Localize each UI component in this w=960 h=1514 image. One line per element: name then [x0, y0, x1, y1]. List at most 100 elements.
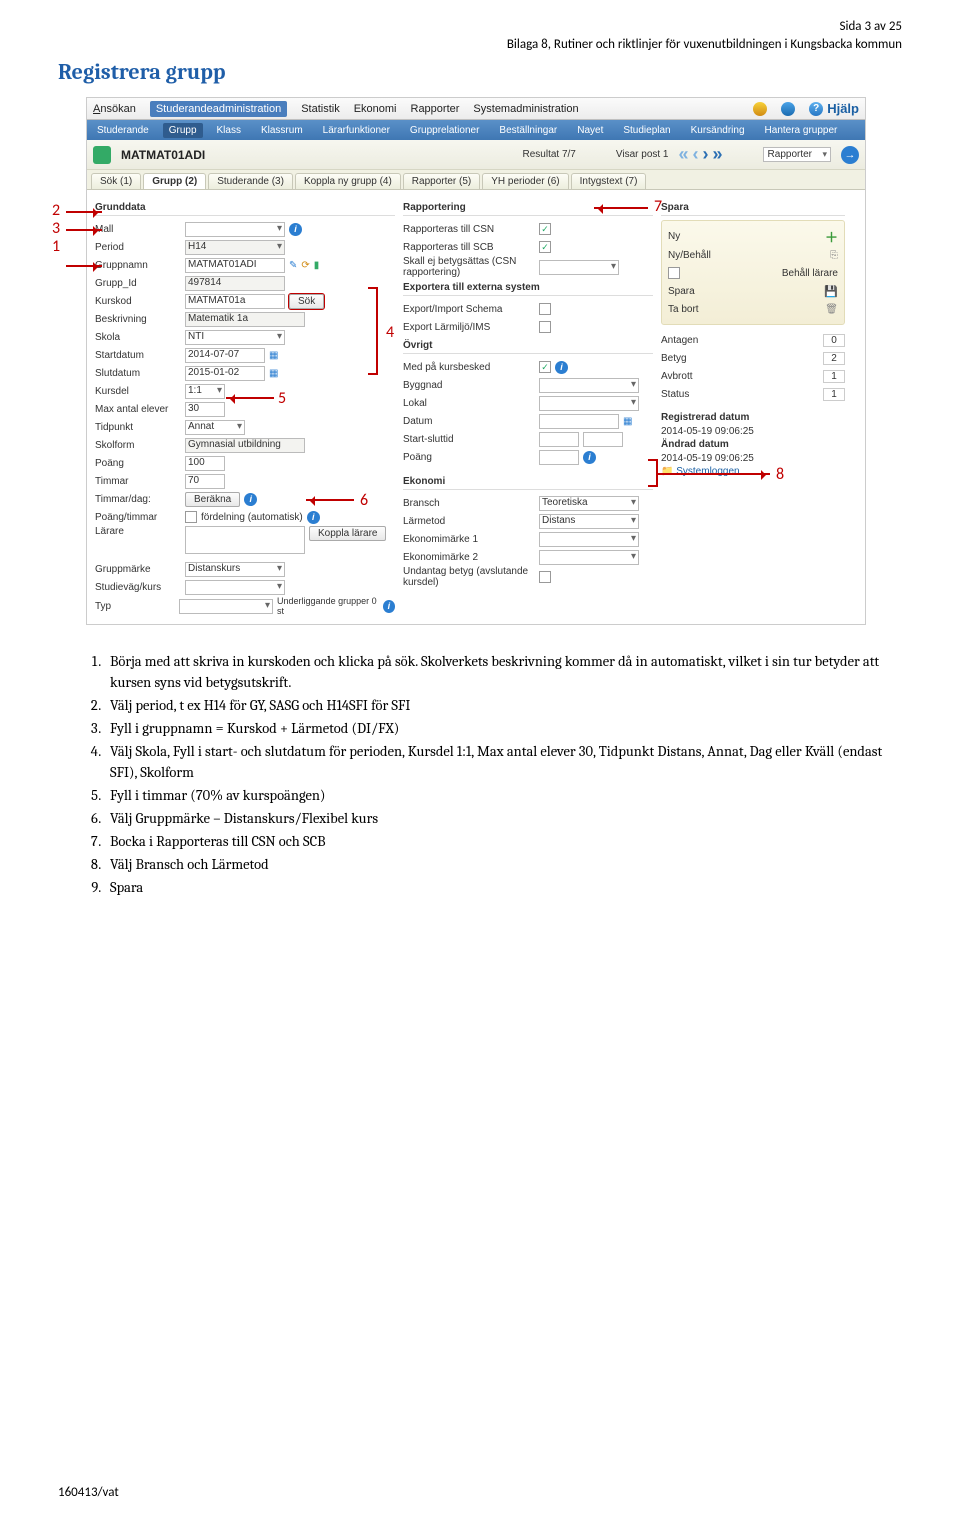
- plus-icon[interactable]: ＋: [825, 227, 838, 246]
- save-icon[interactable]: 💾: [824, 285, 838, 298]
- menu-statistik[interactable]: Statistik: [301, 103, 340, 115]
- exp-lm-check[interactable]: [539, 321, 551, 333]
- kursdel-select[interactable]: 1:1: [185, 384, 225, 399]
- studievag-select[interactable]: [185, 580, 285, 595]
- ekmark2-select[interactable]: [539, 550, 639, 565]
- next-icon[interactable]: ›: [703, 144, 709, 165]
- info-icon[interactable]: i: [583, 451, 596, 464]
- annot-8: 8: [776, 465, 784, 484]
- lbl-andr: Ändrad datum: [661, 439, 729, 450]
- timmar-input[interactable]: 70: [185, 474, 225, 489]
- subtab-studerande[interactable]: Studerande (3): [208, 173, 293, 189]
- icon-globe[interactable]: [781, 102, 795, 116]
- typ-select[interactable]: [179, 599, 273, 614]
- lbl-bransch: Bransch: [403, 498, 535, 509]
- starttid-input[interactable]: [539, 432, 579, 447]
- larare-input[interactable]: [185, 526, 305, 554]
- help-button[interactable]: ?Hjälp: [809, 101, 859, 116]
- calendar-icon[interactable]: ▦: [623, 416, 632, 427]
- info-icon[interactable]: i: [383, 600, 395, 613]
- gruppmarke-select[interactable]: Distanskurs: [185, 562, 285, 577]
- subtab-yh[interactable]: YH perioder (6): [482, 173, 568, 189]
- annot-7: 7: [654, 197, 662, 216]
- calendar-icon[interactable]: ▦: [269, 368, 278, 379]
- tidpunkt-select[interactable]: Annat: [185, 420, 245, 435]
- menu-studerandeadmin[interactable]: Studerandeadministration: [150, 101, 287, 117]
- datum-input[interactable]: [539, 414, 619, 429]
- scb-check[interactable]: ✓: [539, 241, 551, 253]
- doc-icon[interactable]: ▮: [314, 260, 320, 271]
- skola-select[interactable]: NTI: [185, 330, 285, 345]
- instruction-item: Välj Skola, Fyll i start- och slutdatum …: [104, 741, 902, 783]
- exp-schema-check[interactable]: [539, 303, 551, 315]
- menu-rapporter[interactable]: Rapporter: [411, 103, 460, 115]
- subtab-koppla[interactable]: Koppla ny grupp (4): [295, 173, 401, 189]
- slutdatum-input[interactable]: 2015-01-02: [185, 366, 265, 381]
- poang-input[interactable]: 100: [185, 456, 225, 471]
- tab-studerande[interactable]: Studerande: [91, 123, 155, 138]
- startdatum-input[interactable]: 2014-07-07: [185, 348, 265, 363]
- larmetod-select[interactable]: Distans: [539, 514, 639, 529]
- prev-icon[interactable]: ‹: [693, 144, 699, 165]
- tab-klassrum[interactable]: Klassrum: [255, 123, 309, 138]
- report-select[interactable]: Rapporter: [763, 147, 831, 162]
- poang-mid-input[interactable]: [539, 450, 579, 465]
- subtab-sok[interactable]: Sök (1): [91, 173, 141, 189]
- tab-hantera-grupper[interactable]: Hantera grupper: [759, 123, 844, 138]
- last-icon[interactable]: »: [713, 144, 723, 165]
- byggnad-select[interactable]: [539, 378, 639, 393]
- undantag-check[interactable]: [539, 571, 551, 583]
- systemloggen-link[interactable]: Systemloggen: [676, 466, 739, 477]
- visar-label: Visar post 1: [616, 149, 669, 160]
- medpa-check[interactable]: ✓: [539, 361, 551, 373]
- lbl-max: Max antal elever: [95, 404, 181, 415]
- csn-check[interactable]: ✓: [539, 223, 551, 235]
- refresh-icon[interactable]: ⟳: [301, 260, 309, 271]
- tab-studieplan[interactable]: Studieplan: [617, 123, 676, 138]
- berakna-button[interactable]: Beräkna: [185, 492, 240, 507]
- sluttid-input[interactable]: [583, 432, 623, 447]
- max-input[interactable]: 30: [185, 402, 225, 417]
- instruction-item: Välj period, t ex H14 för GY, SASG och H…: [104, 695, 902, 716]
- icon-books[interactable]: [753, 102, 767, 116]
- delete-icon[interactable]: 🗑: [825, 304, 838, 315]
- edit-icon[interactable]: ✎: [289, 260, 297, 271]
- info-icon[interactable]: i: [555, 361, 568, 374]
- behall-larare-check[interactable]: [668, 267, 680, 279]
- menu-ekonomi[interactable]: Ekonomi: [354, 103, 397, 115]
- first-icon[interactable]: «: [679, 144, 689, 165]
- info-icon[interactable]: i: [289, 223, 302, 236]
- lbl-gruppid: Grupp_Id: [95, 278, 181, 289]
- info-icon[interactable]: i: [244, 493, 257, 506]
- brace-4: [368, 287, 378, 375]
- mall-select[interactable]: [185, 222, 285, 237]
- copy-icon[interactable]: ⎘: [830, 250, 838, 261]
- tab-grupprelationer[interactable]: Grupprelationer: [404, 123, 485, 138]
- menu-ansokan[interactable]: Ansökan: [93, 103, 136, 115]
- subtab-rapporter[interactable]: Rapporter (5): [403, 173, 480, 189]
- period-select[interactable]: H14: [185, 240, 285, 255]
- kurskod-input[interactable]: MATMAT01a: [185, 294, 285, 309]
- sok-button[interactable]: Sök: [289, 294, 324, 309]
- ekmark1-select[interactable]: [539, 532, 639, 547]
- gruppnamn-input[interactable]: MATMAT01ADI: [185, 258, 285, 273]
- info-icon[interactable]: i: [307, 511, 320, 524]
- skallej-select[interactable]: [539, 260, 619, 275]
- go-button[interactable]: →: [841, 146, 859, 164]
- fordelning-check[interactable]: [185, 511, 197, 523]
- subtab-intyg[interactable]: Intygstext (7): [571, 173, 647, 189]
- tab-nayet[interactable]: Nayet: [571, 123, 609, 138]
- lokal-select[interactable]: [539, 396, 639, 411]
- form-area: Grunddata Mall i PeriodH14 GruppnamnMATM…: [87, 190, 865, 624]
- bransch-select[interactable]: Teoretiska: [539, 496, 639, 511]
- tab-lararfunktioner[interactable]: Lärarfunktioner: [317, 123, 396, 138]
- tab-grupp[interactable]: Grupp: [163, 123, 203, 138]
- subtab-grupp[interactable]: Grupp (2): [143, 173, 206, 189]
- tab-klass[interactable]: Klass: [211, 123, 247, 138]
- lbl-slutdatum: Slutdatum: [95, 368, 181, 379]
- menu-sysadmin[interactable]: Systemadministration: [473, 103, 578, 115]
- koppla-larare-button[interactable]: Koppla lärare: [309, 526, 386, 541]
- tab-bestallningar[interactable]: Beställningar: [493, 123, 563, 138]
- calendar-icon[interactable]: ▦: [269, 350, 278, 361]
- tab-kursandring[interactable]: Kursändring: [685, 123, 751, 138]
